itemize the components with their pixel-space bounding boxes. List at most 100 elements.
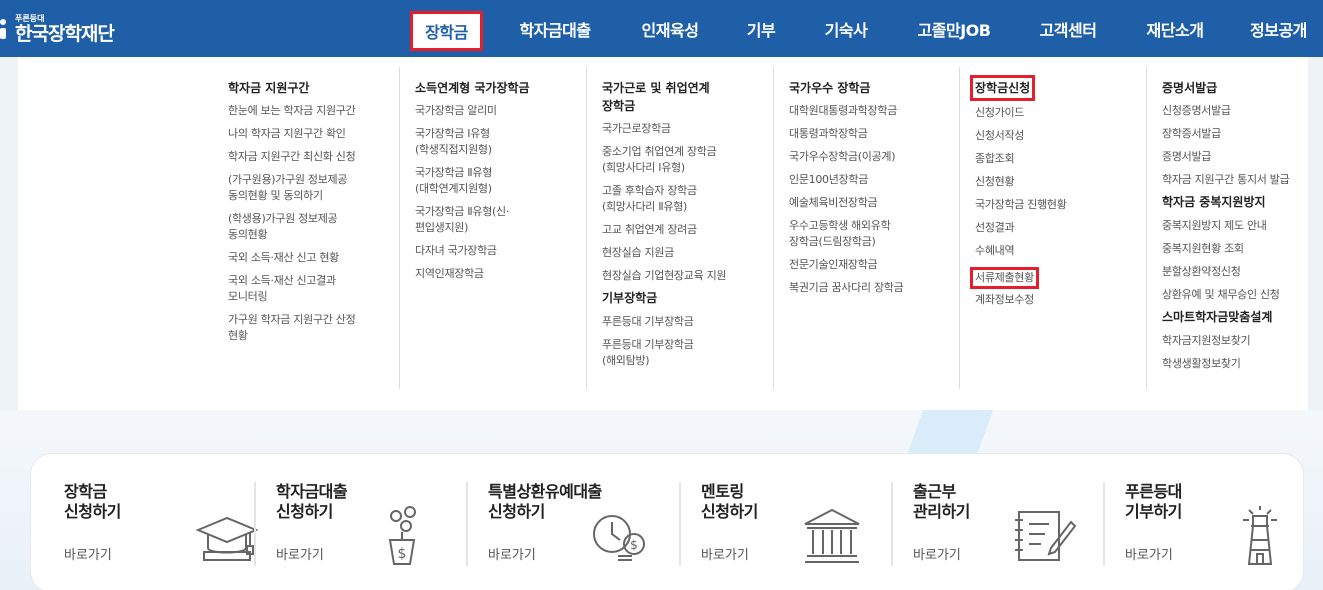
nav-dormitory[interactable]: 기숙사: [810, 0, 882, 57]
menu-link[interactable]: 전문기술인재장학금: [789, 257, 954, 273]
notebook-pen-icon: [1011, 502, 1077, 568]
quick-link-special-deferment[interactable]: 특별상환유예대출 신청하기 바로가기 $: [466, 482, 700, 568]
quick-link-donation[interactable]: 푸른등대 기부하기 바로가기: [1103, 482, 1323, 568]
menu-link[interactable]: 중소기업 취업연계 장학금 (희망사다리 Ⅰ유형): [602, 144, 767, 176]
quick-link-scholarship[interactable]: 장학금 신청하기 바로가기: [64, 482, 276, 566]
menu-link[interactable]: 신청증명서발급: [1162, 103, 1308, 119]
menu-link[interactable]: 대학원대통령과학장학금: [789, 103, 954, 119]
quick-link-title: 푸른등대 기부하기: [1125, 482, 1182, 521]
go-link[interactable]: 바로가기: [64, 544, 112, 563]
menu-link[interactable]: 종합조회: [975, 151, 1140, 167]
menu-link[interactable]: 학생생활정보찾기: [1162, 356, 1308, 372]
menu-heading-apply[interactable]: 장학금신청: [970, 75, 1036, 101]
quick-links-bar: 장학금 신청하기 바로가기 학자금대출 신청하기 바로가기 $ 특별상환유예대출…: [30, 453, 1304, 590]
logo-subtext: 푸른등대: [15, 13, 45, 23]
menu-link[interactable]: 국가장학금 Ⅱ유형(신· 편입생지원): [415, 204, 580, 236]
menu-link[interactable]: 분할상환약정신청: [1162, 264, 1308, 280]
menu-link[interactable]: 인문100년장학금: [789, 172, 954, 188]
menu-subheading: 학자금 중복지원방지: [1162, 195, 1266, 209]
logo-mark-icon: [0, 19, 10, 39]
lighthouse-icon: [1227, 502, 1293, 568]
menu-link[interactable]: 신청현황: [975, 174, 1140, 190]
clock-coins-icon: $: [588, 502, 654, 568]
menu-link[interactable]: 국가장학금 Ⅰ유형 (학생직접지원형): [415, 126, 580, 158]
logo[interactable]: 푸른등대 한국장학재단: [0, 8, 115, 50]
menu-link[interactable]: 계좌정보수정: [975, 292, 1140, 308]
quick-link-attendance[interactable]: 출근부 관리하기 바로가기: [891, 482, 1125, 568]
menu-link[interactable]: 국가우수장학금(이공계): [789, 149, 954, 165]
nav-job[interactable]: 고졸만JOB: [906, 0, 1002, 57]
go-link[interactable]: 바로가기: [701, 544, 749, 563]
menu-link[interactable]: 우수고등학생 해외유학 장학금(드림장학금): [789, 218, 954, 250]
nav-talent[interactable]: 인재육성: [628, 0, 712, 57]
nav-about[interactable]: 재단소개: [1134, 0, 1216, 57]
menu-heading: 소득연계형 국가장학금: [415, 81, 530, 95]
menu-link[interactable]: 국가장학금 진행현황: [975, 197, 1140, 213]
menu-link[interactable]: 증명서발급: [1162, 149, 1308, 165]
menu-link[interactable]: 상환유예 및 채무승인 신청: [1162, 287, 1308, 303]
menu-link[interactable]: 국외 소득·재산 신고 현황: [228, 250, 393, 266]
menu-link[interactable]: 국외 소득·재산 신고결과 모니터링: [228, 273, 393, 305]
menu-subheading: 기부장학금: [602, 291, 658, 305]
menu-link[interactable]: 학자금지원정보찾기: [1162, 333, 1308, 349]
menu-link[interactable]: 고교 취업연계 장려금: [602, 222, 767, 238]
nav-customer-center[interactable]: 고객센터: [1027, 0, 1109, 57]
go-link[interactable]: 바로가기: [276, 544, 324, 563]
menu-link[interactable]: 현장실습 기업현장교육 지원: [602, 268, 767, 284]
menu-link[interactable]: 장학증서발급: [1162, 126, 1308, 142]
menu-column-certificates: 증명서발급 신청증명서발급 장학증서발급 증명서발급 학자금 지원구간 통지서 …: [1146, 67, 1308, 393]
menu-link[interactable]: 다자녀 국가장학금: [415, 243, 580, 259]
menu-subheading: 스마트학자금맞춤설계: [1162, 310, 1273, 324]
go-link[interactable]: 바로가기: [488, 544, 536, 563]
menu-column-national-scholarship: 소득연계형 국가장학금 국가장학금 알리미 국가장학금 Ⅰ유형 (학생직접지원형…: [399, 67, 580, 393]
nav-disclosure[interactable]: 정보공개: [1240, 0, 1323, 57]
menu-link[interactable]: 대통령과학장학금: [789, 126, 954, 142]
menu-link[interactable]: 현장실습 지원금: [602, 245, 767, 261]
menu-link[interactable]: 나의 학자금 지원구간 확인: [228, 126, 393, 142]
graduation-cap-icon: [194, 502, 260, 568]
menu-heading: 국가근로 및 취업연계 장학금: [602, 81, 710, 113]
menu-link[interactable]: 학자금 지원구간 최신화 신청: [228, 149, 393, 165]
menu-link[interactable]: 국가장학금 알리미: [415, 103, 580, 119]
menu-column-apply: 장학금신청 신청가이드 신청서작성 종합조회 신청현황 국가장학금 진행현황 선…: [959, 67, 1140, 393]
menu-heading: 국가우수 장학금: [789, 81, 871, 95]
menu-column-work-study: 국가근로 및 취업연계 장학금 국가근로장학금 중소기업 취업연계 장학금 (희…: [586, 67, 767, 393]
menu-column-support-tier: 학자금 지원구간 한눈에 보는 학자금 지원구간 나의 학자금 지원구간 확인 …: [228, 67, 393, 393]
menu-link[interactable]: 국가근로장학금: [602, 121, 767, 137]
nav-student-loan[interactable]: 학자금대출: [505, 0, 605, 57]
menu-link[interactable]: 국가장학금 Ⅱ유형 (대학연계지원형): [415, 165, 580, 197]
menu-link[interactable]: 예술체육비전장학금: [789, 195, 954, 211]
quick-link-student-loan[interactable]: 학자금대출 신청하기 바로가기 $: [254, 482, 488, 568]
menu-link[interactable]: 고졸 후학습자 장학금 (희망사다리 Ⅱ유형): [602, 183, 767, 215]
menu-link[interactable]: 신청서작성: [975, 128, 1140, 144]
svg-text:$: $: [398, 546, 407, 562]
menu-heading: 증명서발급: [1162, 81, 1218, 95]
menu-link[interactable]: (가구원용)가구원 정보제공 동의현황 및 동의하기: [228, 172, 393, 204]
nav-donation[interactable]: 기부: [737, 0, 785, 57]
menu-link[interactable]: 지역인재장학금: [415, 266, 580, 282]
svg-text:$: $: [630, 538, 638, 552]
menu-column-merit-scholarship: 국가우수 장학금 대학원대통령과학장학금 대통령과학장학금 국가우수장학금(이공…: [773, 67, 954, 393]
menu-link[interactable]: (학생용)가구원 정보제공 동의현황: [228, 211, 393, 243]
menu-link[interactable]: 한눈에 보는 학자금 지원구간: [228, 103, 393, 119]
menu-link[interactable]: 수혜내역: [975, 243, 1140, 259]
menu-link[interactable]: 푸른등대 기부장학금 (해외탐방): [602, 337, 767, 369]
menu-link[interactable]: 가구원 학자금 지원구간 산정 현황: [228, 312, 393, 344]
menu-link[interactable]: 복권기금 꿈사다리 장학금: [789, 280, 954, 296]
menu-link[interactable]: 학자금 지원구간 통지서 발급: [1162, 172, 1308, 188]
nav-scholarship[interactable]: 장학금: [410, 11, 483, 51]
menu-link-document-status[interactable]: 서류제출현황: [970, 267, 1039, 289]
menu-link[interactable]: 신청가이드: [975, 105, 1140, 121]
go-link[interactable]: 바로가기: [913, 544, 961, 563]
menu-link[interactable]: 선정결과: [975, 220, 1140, 236]
menu-link[interactable]: 푸른등대 기부장학금: [602, 314, 767, 330]
logo-text: 한국장학재단: [15, 22, 115, 45]
global-nav-bar: 푸른등대 한국장학재단 장학금 학자금대출 인재육성 기부 기숙사 고졸만JOB…: [0, 0, 1323, 57]
menu-heading: 학자금 지원구간: [228, 81, 310, 95]
menu-link[interactable]: 중복지원방지 제도 안내: [1162, 218, 1308, 234]
money-plant-icon: $: [376, 502, 442, 568]
quick-link-mentoring[interactable]: 멘토링 신청하기 바로가기: [679, 482, 913, 568]
institution-icon: [799, 502, 865, 568]
go-link[interactable]: 바로가기: [1125, 544, 1173, 563]
menu-link[interactable]: 중복지원현황 조회: [1162, 241, 1308, 257]
